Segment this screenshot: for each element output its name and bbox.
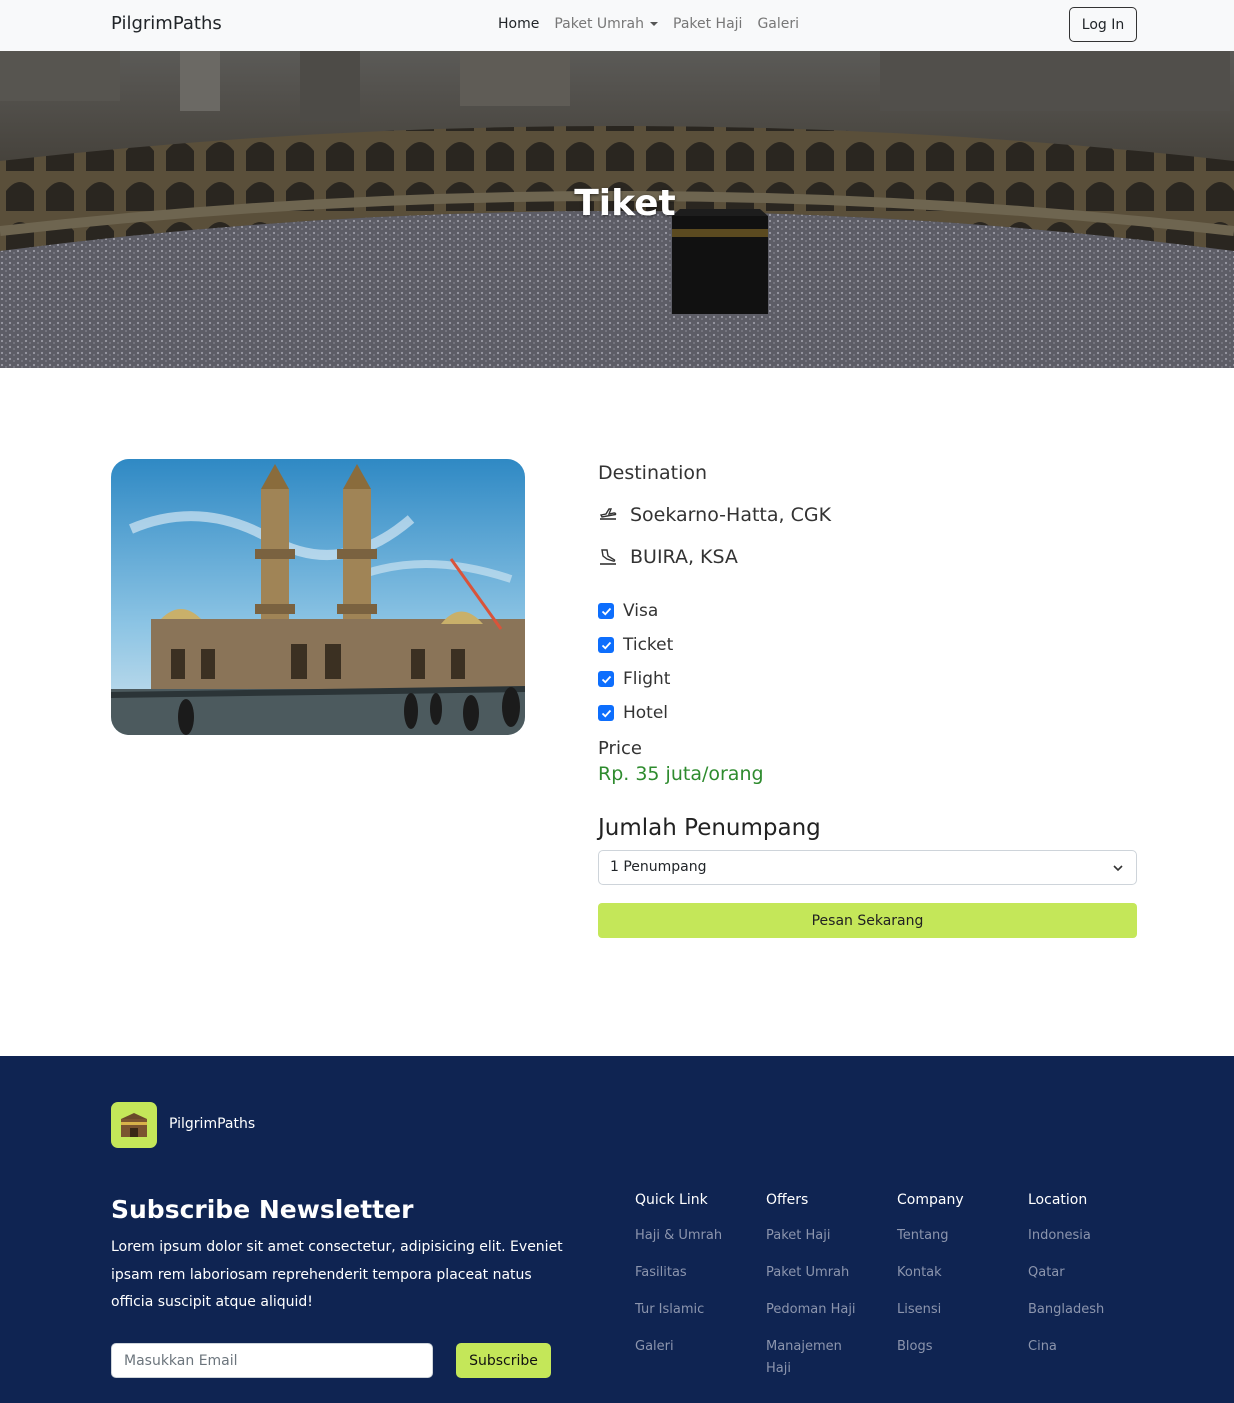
nav-paket-umrah[interactable]: Paket Umrah (554, 16, 658, 32)
email-field[interactable] (112, 1344, 432, 1377)
footer-col-title: Quick Link (635, 1192, 708, 1208)
mosque-illustration (111, 459, 525, 735)
destination-label: Destination (598, 462, 708, 484)
chevron-down-icon (1113, 865, 1123, 872)
checkbox-ticket[interactable]: Ticket (598, 635, 673, 655)
price-label: Price (598, 738, 642, 759)
footer-link[interactable]: Kontak (897, 1262, 1022, 1284)
checkbox-hotel[interactable]: Hotel (598, 703, 668, 723)
checkbox-visa[interactable]: Visa (598, 601, 658, 621)
order-now-button[interactable]: Pesan Sekarang (598, 903, 1137, 938)
footer-col-company: Company Tentang Kontak Lisensi Blogs (897, 1192, 1022, 1373)
footer-link[interactable]: Pedoman Haji (766, 1299, 891, 1321)
footer-link[interactable]: Paket Haji (766, 1225, 891, 1247)
origin-airport: Soekarno-Hatta, CGK (630, 504, 832, 526)
destination-airport: BUIRA, KSA (630, 546, 738, 568)
nav-galeri[interactable]: Galeri (757, 16, 799, 32)
checkbox-ticket-label: Ticket (623, 635, 674, 655)
navbar: PilgrimPaths Home Paket Umrah Paket Haji… (0, 0, 1234, 51)
footer-link[interactable]: Tentang (897, 1225, 1022, 1247)
footer-logo[interactable] (111, 1102, 157, 1148)
passenger-select-value: 1 Penumpang (610, 859, 707, 875)
footer: PilgrimPaths Subscribe Newsletter Lorem … (0, 1056, 1234, 1403)
footer-brand: PilgrimPaths (169, 1116, 256, 1132)
email-field-wrapper (111, 1343, 433, 1378)
footer-col-title: Offers (766, 1192, 809, 1208)
login-button[interactable]: Log In (1069, 7, 1137, 42)
footer-link[interactable]: Indonesia (1028, 1225, 1153, 1247)
footer-link[interactable]: Tur Islamic (635, 1299, 760, 1321)
footer-link[interactable]: Fasilitas (635, 1262, 760, 1284)
footer-col-title: Location (1028, 1192, 1088, 1208)
hero-banner: Tiket (0, 51, 1234, 368)
mosque-photo (111, 459, 525, 735)
checkbox-visa-label: Visa (623, 601, 659, 621)
footer-col-quick-link: Quick Link Haji & Umrah Fasilitas Tur Is… (635, 1192, 760, 1373)
check-icon[interactable] (598, 637, 614, 653)
destination-row: BUIRA, KSA (598, 546, 738, 568)
checkbox-flight-label: Flight (623, 669, 671, 689)
kaaba-icon (121, 1113, 147, 1137)
footer-col-title: Company (897, 1192, 964, 1208)
footer-link[interactable]: Blogs (897, 1336, 1022, 1358)
footer-link[interactable]: Qatar (1028, 1262, 1153, 1284)
passenger-heading: Jumlah Penumpang (598, 815, 821, 841)
footer-link[interactable]: Manajemen Haji (766, 1336, 861, 1380)
nav-links: Home Paket Umrah Paket Haji Galeri (498, 16, 799, 32)
price-value: Rp. 35 juta/orang (598, 763, 764, 785)
caret-down-icon (650, 22, 658, 26)
footer-col-offers: Offers Paket Haji Paket Umrah Pedoman Ha… (766, 1192, 891, 1395)
footer-link[interactable]: Haji & Umrah (635, 1225, 760, 1247)
checkbox-flight[interactable]: Flight (598, 669, 670, 689)
passenger-select[interactable]: 1 Penumpang (598, 850, 1137, 885)
checkbox-hotel-label: Hotel (623, 703, 669, 723)
footer-link[interactable]: Galeri (635, 1336, 760, 1358)
footer-col-location: Location Indonesia Qatar Bangladesh Cina (1028, 1192, 1153, 1373)
footer-link[interactable]: Paket Umrah (766, 1262, 891, 1284)
nav-home[interactable]: Home (498, 16, 539, 32)
check-icon[interactable] (598, 671, 614, 687)
footer-link[interactable]: Cina (1028, 1336, 1153, 1358)
check-icon[interactable] (598, 603, 614, 619)
nav-paket-haji[interactable]: Paket Haji (673, 16, 742, 32)
check-icon[interactable] (598, 705, 614, 721)
hero-title: Tiket (574, 183, 676, 224)
takeoff-icon (599, 508, 617, 520)
origin-row: Soekarno-Hatta, CGK (598, 504, 831, 526)
nav-paket-umrah-label: Paket Umrah (554, 16, 644, 32)
subscribe-title: Subscribe Newsletter (111, 1195, 414, 1224)
brand-logo[interactable]: PilgrimPaths (111, 13, 222, 34)
subscribe-description: Lorem ipsum dolor sit amet consectetur, … (111, 1239, 563, 1310)
subscribe-button[interactable]: Subscribe (456, 1343, 551, 1378)
footer-link[interactable]: Bangladesh (1028, 1299, 1153, 1321)
landing-icon (600, 549, 616, 565)
footer-link[interactable]: Lisensi (897, 1299, 1022, 1321)
kaaba-icon (672, 209, 768, 314)
